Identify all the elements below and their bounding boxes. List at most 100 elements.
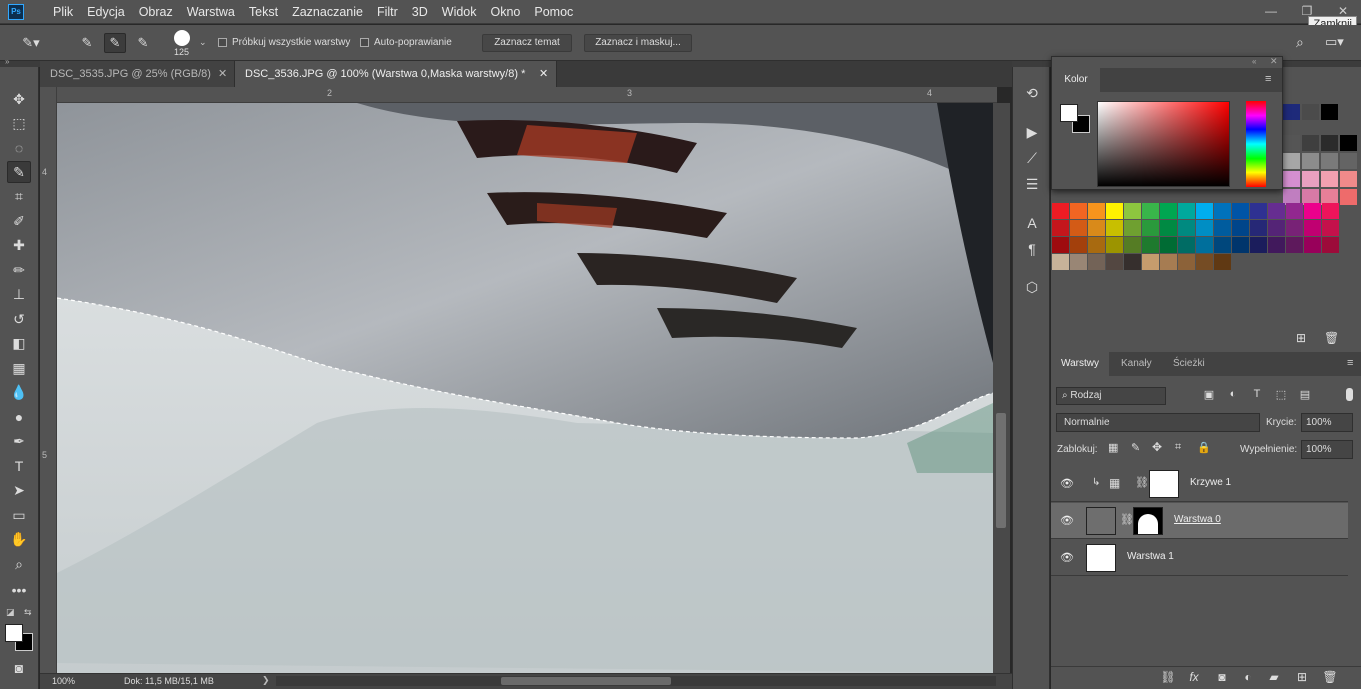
add-to-selection-icon[interactable]: ✎ xyxy=(104,33,126,53)
scroll-thumb[interactable] xyxy=(501,677,671,685)
menu-select[interactable]: Zaznaczanie xyxy=(285,0,370,24)
brush-settings-icon[interactable]: ⟋ xyxy=(1022,148,1042,168)
tab-layers[interactable]: Warstwy xyxy=(1051,352,1109,376)
folder-icon[interactable]: ▰ xyxy=(1265,670,1283,684)
layer-row-warstwa-1[interactable]: 👁 Warstwa 1 xyxy=(1051,540,1348,576)
close-icon[interactable]: ✕ xyxy=(1270,56,1278,67)
quick-selection-tool-icon[interactable]: ✎ xyxy=(7,161,31,183)
swatch[interactable] xyxy=(1286,220,1303,236)
lock-transparency-icon[interactable]: ▦ xyxy=(1108,441,1118,454)
path-selection-tool-icon[interactable]: ➤ xyxy=(7,479,31,501)
swatch[interactable] xyxy=(1214,254,1231,270)
swatch[interactable] xyxy=(1283,153,1300,169)
select-and-mask-button[interactable]: Zaznacz i maskuj... xyxy=(584,34,692,52)
swatch[interactable] xyxy=(1142,254,1159,270)
adjustments-icon[interactable]: ☰ xyxy=(1022,174,1042,194)
horizontal-scrollbar[interactable] xyxy=(276,676,996,686)
new-selection-icon[interactable]: ✎ xyxy=(76,33,98,53)
lock-position-icon[interactable]: ✥ xyxy=(1152,440,1162,454)
swatch[interactable] xyxy=(1250,237,1267,253)
new-swatch-icon[interactable]: ⊞ xyxy=(1296,331,1306,345)
swatch[interactable] xyxy=(1142,220,1159,236)
swatch[interactable] xyxy=(1322,203,1339,219)
swatch[interactable] xyxy=(1106,203,1123,219)
zoom-tool-icon[interactable]: ⌕ xyxy=(7,553,31,575)
color-field[interactable] xyxy=(1097,101,1230,187)
swatch[interactable] xyxy=(1160,254,1177,270)
collapse-left-icon[interactable]: » xyxy=(5,57,9,66)
menu-view[interactable]: Widok xyxy=(435,0,484,24)
swatch[interactable] xyxy=(1106,220,1123,236)
menu-layer[interactable]: Warstwa xyxy=(180,0,242,24)
minimize-button[interactable]: — xyxy=(1253,0,1289,24)
close-icon[interactable]: ✕ xyxy=(539,61,548,87)
document-canvas[interactable] xyxy=(57,103,993,673)
type-filter-icon[interactable]: T xyxy=(1249,388,1265,404)
layer-row-curves[interactable]: 👁 ↳ ▦ ⛓ Krzywe 1 xyxy=(1051,466,1348,502)
link-icon[interactable]: ⛓ xyxy=(1120,513,1134,526)
swatch[interactable] xyxy=(1268,203,1285,219)
eye-icon[interactable]: 👁 xyxy=(1060,514,1074,527)
actions-play-icon[interactable]: ▶ xyxy=(1022,122,1042,142)
layer-row-warstwa-0[interactable]: 👁 ⛓ Warstwa 0 xyxy=(1051,503,1348,539)
swatch[interactable] xyxy=(1214,237,1231,253)
swatch[interactable] xyxy=(1250,220,1267,236)
swatch[interactable] xyxy=(1214,220,1231,236)
healing-brush-tool-icon[interactable]: ✚ xyxy=(7,234,31,256)
type-tool-icon[interactable]: T xyxy=(7,455,31,477)
quick-mask-icon[interactable]: ◙ xyxy=(7,657,31,679)
rectangle-tool-icon[interactable]: ▭ xyxy=(7,504,31,526)
swatch[interactable] xyxy=(1283,104,1300,120)
swatch[interactable] xyxy=(1052,254,1069,270)
image-filter-icon[interactable]: ▣ xyxy=(1201,388,1217,404)
swatch[interactable] xyxy=(1322,220,1339,236)
swatch[interactable] xyxy=(1232,203,1249,219)
collapse-icon[interactable]: « xyxy=(1252,57,1256,66)
swatch[interactable] xyxy=(1178,220,1195,236)
swatch[interactable] xyxy=(1302,153,1319,169)
layer-mask-thumbnail[interactable] xyxy=(1133,507,1163,535)
tab-dsc-3536[interactable]: DSC_3536.JPG @ 100% (Warstwa 0,Maska war… xyxy=(235,61,557,87)
zoom-level[interactable]: 100% xyxy=(52,676,75,686)
swatch[interactable] xyxy=(1268,220,1285,236)
swatch[interactable] xyxy=(1283,171,1300,187)
menu-3d[interactable]: 3D xyxy=(405,0,435,24)
tab-channels[interactable]: Kanały xyxy=(1111,352,1162,376)
swatch[interactable] xyxy=(1178,203,1195,219)
hue-slider[interactable] xyxy=(1246,101,1266,187)
eraser-tool-icon[interactable]: ◧ xyxy=(7,332,31,354)
menu-file[interactable]: Plik xyxy=(46,0,80,24)
layer-mask-thumbnail[interactable] xyxy=(1149,470,1179,498)
shape-filter-icon[interactable]: ⬚ xyxy=(1273,388,1289,404)
swatch[interactable] xyxy=(1232,237,1249,253)
new-layer-icon[interactable]: ⊞ xyxy=(1293,670,1311,684)
auto-enhance-checkbox[interactable]: Auto-poprawianie xyxy=(360,37,452,48)
swatch[interactable] xyxy=(1160,220,1177,236)
tab-dsc-3535[interactable]: DSC_3535.JPG @ 25% (RGB/8) ✕ xyxy=(40,61,235,87)
link-layers-icon[interactable]: ⛓ xyxy=(1159,670,1177,684)
swatch[interactable] xyxy=(1070,203,1087,219)
sample-all-layers-checkbox[interactable]: Próbkuj wszystkie warstwy xyxy=(218,37,350,48)
swatch[interactable] xyxy=(1340,171,1357,187)
link-icon[interactable]: ⛓ xyxy=(1135,476,1149,489)
adjustment-filter-icon[interactable]: ◐ xyxy=(1225,388,1241,404)
swatch[interactable] xyxy=(1124,220,1141,236)
swatch[interactable] xyxy=(1304,203,1321,219)
swatch[interactable] xyxy=(1286,203,1303,219)
swatch[interactable] xyxy=(1302,135,1319,151)
layer-thumbnail[interactable] xyxy=(1086,507,1116,535)
history-icon[interactable]: ⟲ xyxy=(1022,83,1042,103)
status-menu-arrow-icon[interactable]: ❯ xyxy=(262,675,270,686)
swatch[interactable] xyxy=(1340,189,1357,205)
swatch[interactable] xyxy=(1070,237,1087,253)
swatch[interactable] xyxy=(1142,237,1159,253)
swatch[interactable] xyxy=(1321,104,1338,120)
swatch[interactable] xyxy=(1196,237,1213,253)
swatch[interactable] xyxy=(1250,203,1267,219)
swatch[interactable] xyxy=(1283,135,1300,151)
swatch[interactable] xyxy=(1052,203,1069,219)
clone-stamp-tool-icon[interactable]: ⊥ xyxy=(7,283,31,305)
tab-color[interactable]: Kolor xyxy=(1052,68,1100,92)
swatch[interactable] xyxy=(1196,203,1213,219)
quick-selection-preset-icon[interactable]: ✎▾ xyxy=(20,33,42,53)
